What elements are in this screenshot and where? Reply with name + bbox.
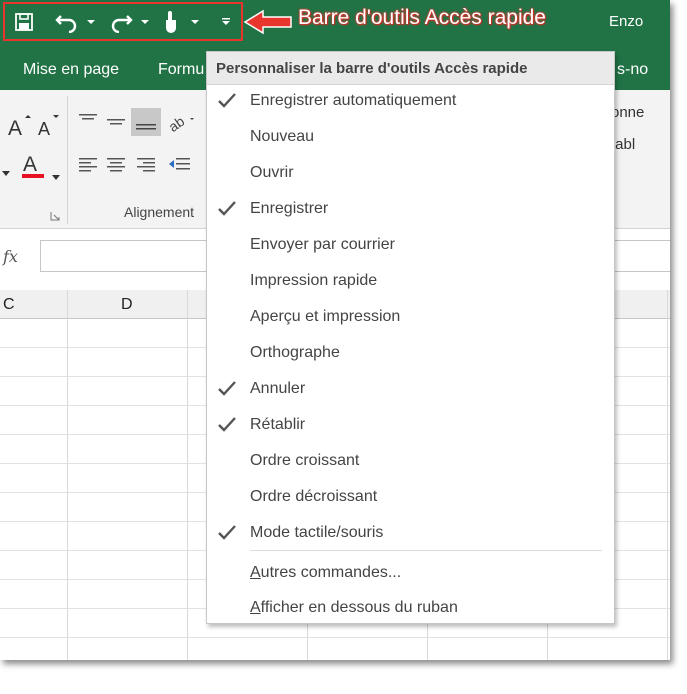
tab-page-layout[interactable]: Mise en page [23, 61, 119, 79]
align-left-icon[interactable] [78, 156, 98, 182]
font-dialog-launcher-icon[interactable] [49, 205, 61, 228]
checkmark-icon [217, 199, 237, 219]
orientation-icon[interactable]: ab [165, 110, 196, 140]
decrease-indent-icon[interactable] [168, 156, 192, 182]
menu-item-quick-print[interactable]: Impression rapide [207, 263, 614, 299]
font-color-dropdown-icon[interactable] [52, 164, 60, 187]
menu-item-email[interactable]: Envoyer par courrier [207, 227, 614, 263]
menu-item-label: Enregistrer [250, 200, 329, 217]
align-right-icon[interactable] [136, 156, 156, 182]
menu-title: Personnaliser la barre d'outils Accès ra… [216, 60, 528, 77]
menu-item-label: Ordre décroissant [250, 488, 378, 505]
customize-qat-menu: Personnaliser la barre d'outils Accès ra… [206, 51, 615, 624]
undo-icon[interactable] [53, 10, 81, 34]
menu-item-save[interactable]: Enregistrer [207, 191, 614, 227]
fx-icon[interactable]: fx [3, 247, 18, 266]
column-header-d[interactable]: D [121, 296, 133, 314]
title-bar: Barre d'outils Accès rapide Enzo [0, 0, 670, 47]
align-top-icon[interactable] [78, 112, 98, 136]
tab-partial-right[interactable]: s-no [617, 61, 648, 79]
menu-item-autosave[interactable]: Enregistrer automatiquement [207, 83, 614, 119]
customize-qat-dropdown-icon[interactable] [219, 10, 233, 34]
save-icon[interactable] [13, 10, 35, 34]
menu-item-spelling[interactable]: Orthographe [207, 335, 614, 371]
ribbon-group-separator [67, 96, 68, 224]
ribbon-partial-label-1[interactable]: onne [611, 104, 644, 121]
align-middle-icon[interactable] [106, 112, 126, 136]
menu-item-label: Nouveau [250, 128, 315, 145]
menu-item-print-preview[interactable]: Aperçu et impression [207, 299, 614, 335]
menu-item-label: Aperçu et impression [250, 308, 401, 325]
menu-item-label: Autres commandes... [250, 564, 401, 582]
menu-item-label: Mode tactile/souris [250, 524, 384, 541]
svg-text:A: A [38, 119, 50, 138]
callout-label: Barre d'outils Accès rapide [298, 6, 546, 29]
menu-item-label: Orthographe [250, 344, 340, 361]
menu-item-sort-descending[interactable]: Ordre décroissant [207, 479, 614, 515]
menu-item-label: Envoyer par courrier [250, 236, 395, 253]
column-divider [67, 290, 68, 660]
svg-text:ab: ab [168, 113, 188, 134]
touch-mode-dropdown-icon[interactable] [189, 10, 201, 34]
menu-item-touch-mouse-mode[interactable]: Mode tactile/souris [207, 515, 614, 551]
menu-item-label: Annuler [250, 380, 306, 397]
column-header-c[interactable]: C [3, 296, 15, 314]
menu-item-undo[interactable]: Annuler [207, 371, 614, 407]
menu-item-label: Afficher en dessous du ruban [250, 599, 458, 617]
menu-header: Personnaliser la barre d'outils Accès ra… [207, 52, 614, 85]
menu-separator [250, 550, 602, 551]
align-center-icon[interactable] [106, 156, 126, 182]
ribbon-group-alignment-label: Alignement [124, 204, 195, 220]
excel-window: Barre d'outils Accès rapide Enzo Mise en… [0, 0, 670, 660]
menu-item-label: Ordre croissant [250, 452, 360, 469]
align-bottom-icon[interactable] [131, 108, 161, 142]
svg-text:A: A [23, 153, 37, 176]
redo-dropdown-icon[interactable] [139, 10, 151, 34]
checkmark-icon [217, 415, 237, 435]
menu-item-label: Enregistrer automatiquement [250, 92, 457, 109]
menu-item-sort-ascending[interactable]: Ordre croissant [207, 443, 614, 479]
access-key-letter: A [250, 564, 261, 581]
menu-item-label: Rétablir [250, 416, 306, 433]
column-divider [667, 290, 668, 660]
font-color-icon[interactable]: A [20, 151, 50, 187]
access-key-letter: A [250, 599, 261, 616]
menu-item-redo[interactable]: Rétablir [207, 407, 614, 443]
checkmark-icon [217, 523, 237, 543]
undo-dropdown-icon[interactable] [85, 10, 97, 34]
callout-arrow-icon [243, 9, 292, 35]
menu-item-new[interactable]: Nouveau [207, 119, 614, 155]
dropdown-left-icon[interactable] [2, 160, 10, 183]
touch-mouse-mode-icon[interactable] [159, 10, 183, 34]
menu-item-label-rest: utres commandes... [260, 564, 402, 581]
checkmark-icon [217, 379, 237, 399]
menu-item-label: Impression rapide [250, 272, 378, 289]
user-name[interactable]: Enzo [609, 13, 643, 30]
column-divider [187, 290, 188, 660]
menu-item-label: Ouvrir [250, 164, 294, 181]
decrease-font-size-icon[interactable]: A [37, 114, 63, 144]
menu-item-open[interactable]: Ouvrir [207, 155, 614, 191]
svg-text:A: A [8, 117, 22, 138]
menu-item-show-below-ribbon[interactable]: Afficher en dessous du ruban [207, 590, 614, 626]
checkmark-icon [217, 91, 237, 111]
menu-item-more-commands[interactable]: Autres commandes... [207, 555, 614, 591]
increase-font-size-icon[interactable]: A [7, 114, 33, 144]
menu-item-label-rest: fficher en dessous du ruban [260, 599, 458, 616]
tab-formulas[interactable]: Formu [158, 61, 204, 79]
redo-icon[interactable] [107, 10, 135, 34]
row-divider [0, 637, 670, 638]
